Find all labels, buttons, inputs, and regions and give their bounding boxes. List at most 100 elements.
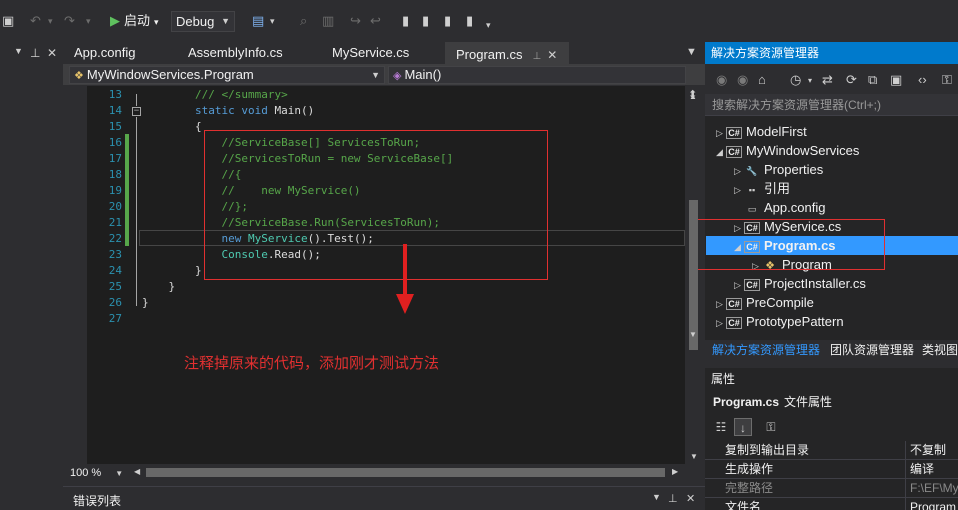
- tree-item[interactable]: ▷ C# PrototypePattern: [716, 312, 844, 331]
- tree-item[interactable]: ▷ ▪▪ 引用: [734, 179, 790, 198]
- redo-icon[interactable]: ↷: [64, 12, 75, 30]
- property-value[interactable]: Program: [905, 498, 956, 510]
- device-icon[interactable]: ▤: [252, 12, 264, 30]
- tab-myservice[interactable]: MyService.cs: [321, 42, 445, 64]
- class-icon: ❖: [74, 70, 84, 82]
- chevron-down-icon[interactable]: ▼: [14, 46, 23, 56]
- chevron-down-icon[interactable]: ▾: [808, 76, 812, 85]
- back-icon[interactable]: ◉: [716, 72, 727, 88]
- tab-dropdown-icon[interactable]: ▼: [686, 46, 697, 58]
- view-code-icon[interactable]: ‹›: [918, 72, 927, 87]
- start-button-label: 启动: [124, 13, 151, 28]
- scroll-down-icon[interactable]: ▼: [689, 330, 697, 339]
- collapse-toggle[interactable]: −: [132, 107, 141, 116]
- toolbar-overflow-icon[interactable]: ▾: [486, 16, 491, 34]
- line-number: 26: [108, 296, 122, 309]
- tab-program[interactable]: Program.cs ⊥ ✕: [445, 42, 569, 64]
- tab-assemblyinfo[interactable]: AssemblyInfo.cs: [177, 42, 317, 64]
- home-icon[interactable]: ⌂: [758, 72, 766, 87]
- tree-item[interactable]: ◢ C# MyWindowServices: [716, 141, 859, 160]
- property-row[interactable]: 复制到输出目录 不复制: [705, 441, 958, 460]
- scroll-right-icon[interactable]: ▶: [672, 467, 678, 476]
- categorized-icon[interactable]: ☷: [712, 418, 730, 436]
- show-files-icon[interactable]: ▣: [890, 72, 902, 88]
- step-icon[interactable]: ↪: [350, 12, 361, 30]
- tab-app-config[interactable]: App.config: [63, 42, 175, 64]
- tree-item[interactable]: ▷ C# PreCompile: [716, 293, 814, 312]
- pin-icon[interactable]: ⊥: [30, 46, 40, 60]
- property-row[interactable]: 文件名 Program: [705, 498, 958, 510]
- start-debug-button[interactable]: ▶ 启动 ▾: [110, 11, 159, 31]
- pending-changes-icon[interactable]: ◷: [790, 72, 801, 88]
- property-row[interactable]: 生成操作 编译: [705, 460, 958, 479]
- code-token: Main(): [267, 104, 315, 117]
- properties-object-select[interactable]: Program.cs 文件属性: [713, 393, 832, 410]
- forward-icon[interactable]: ◉: [737, 72, 748, 88]
- property-pages-icon[interactable]: ⚿: [762, 418, 780, 436]
- property-value[interactable]: 不复制: [905, 441, 946, 460]
- bookmark-clear-icon[interactable]: ▮: [466, 12, 473, 30]
- step-out-icon[interactable]: ↩: [370, 12, 381, 30]
- find-icon[interactable]: ⌕: [300, 12, 307, 30]
- editor-horizontal-scroll-thumb[interactable]: [146, 468, 665, 477]
- alphabetical-icon[interactable]: ↓: [734, 418, 752, 436]
- refresh-icon[interactable]: ⟳: [846, 72, 857, 88]
- pin-icon[interactable]: ⊥: [532, 51, 541, 62]
- line-number: 20: [108, 200, 122, 213]
- chevron-down-icon: ▼: [371, 70, 380, 80]
- collapsed-arrow-icon[interactable]: ▷: [716, 314, 726, 333]
- bookmark-next-icon[interactable]: ▮: [444, 12, 451, 30]
- tree-item[interactable]: ▷ C# ProjectInstaller.cs: [734, 274, 866, 293]
- object-name: Program.cs: [713, 395, 780, 409]
- device-dropdown-icon[interactable]: ▾: [270, 12, 275, 30]
- code-token: }: [142, 264, 202, 277]
- solution-search-input[interactable]: 搜索解决方案资源管理器(Ctrl+;): [705, 94, 958, 116]
- property-value[interactable]: 编译: [905, 460, 934, 479]
- tab-label: Program.cs: [456, 47, 523, 62]
- redo-dropdown-icon[interactable]: ▾: [86, 12, 91, 30]
- expanded-arrow-icon[interactable]: ◢: [716, 143, 726, 162]
- zoom-select[interactable]: 100 % ▼: [70, 465, 130, 481]
- save-all-icon[interactable]: ▣: [2, 12, 14, 30]
- undo-icon[interactable]: ↶: [30, 12, 41, 30]
- tab-label: MyService.cs: [332, 45, 410, 60]
- property-name: 文件名: [725, 500, 762, 510]
- tab-class-view[interactable]: 类视图: [922, 342, 958, 358]
- tab-solution-explorer[interactable]: 解决方案资源管理器: [712, 342, 820, 358]
- code-token: }: [142, 296, 149, 309]
- collapse-all-icon[interactable]: ⧉: [868, 72, 877, 88]
- class-select-value: MyWindowServices.Program: [86, 67, 254, 82]
- solution-scroll-thumb[interactable]: [689, 206, 698, 326]
- pin-icon[interactable]: ⊥: [668, 492, 678, 505]
- bookmark-icon[interactable]: ▮: [402, 12, 409, 30]
- annotation-arrow: [403, 244, 407, 296]
- solution-config-select[interactable]: Debug ▼: [171, 11, 235, 32]
- properties-icon[interactable]: ⚿: [942, 72, 952, 88]
- annotation-box-code: [204, 130, 548, 280]
- property-row[interactable]: 完整路径 F:\EF\MyW: [705, 479, 958, 498]
- undo-dropdown-icon[interactable]: ▾: [48, 12, 53, 30]
- comment-icon[interactable]: ▥: [322, 12, 334, 30]
- bookmark-prev-icon[interactable]: ▮: [422, 12, 429, 30]
- close-icon[interactable]: ✕: [686, 492, 695, 505]
- code-line: }: [142, 279, 175, 295]
- tree-item[interactable]: ▭ App.config: [734, 198, 826, 217]
- outline-line: [136, 94, 137, 106]
- tab-team-explorer[interactable]: 团队资源管理器: [830, 342, 914, 358]
- class-select[interactable]: ❖ MyWindowServices.Program ▼: [69, 66, 385, 84]
- close-icon[interactable]: ✕: [47, 46, 57, 60]
- error-list-title[interactable]: 错误列表: [73, 492, 121, 509]
- tree-item[interactable]: ▷ C# ModelFirst: [716, 122, 807, 141]
- chevron-down-icon: ▼: [115, 469, 124, 478]
- csharp-icon: C#: [726, 298, 742, 310]
- chevron-down-icon[interactable]: ▼: [652, 492, 661, 502]
- method-icon: ◈: [393, 70, 402, 82]
- close-icon[interactable]: ✕: [547, 48, 557, 62]
- member-select[interactable]: ◈ Main(): [388, 66, 686, 84]
- error-list-panel: [63, 486, 705, 510]
- scroll-up-icon[interactable]: ▲: [689, 92, 697, 101]
- sync-icon[interactable]: ⇄: [822, 72, 833, 88]
- scroll-down-icon[interactable]: ▼: [690, 452, 698, 461]
- scroll-left-icon[interactable]: ◀: [134, 467, 140, 476]
- tree-item[interactable]: ▷ 🔧 Properties: [734, 160, 823, 179]
